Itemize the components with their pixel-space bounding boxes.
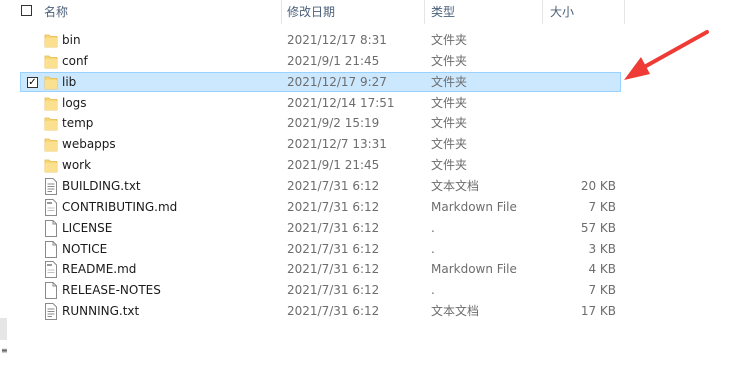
- markdown-file-icon: [44, 198, 58, 216]
- file-type: .: [431, 220, 435, 235]
- file-date: 2021/7/31 6:12: [287, 178, 380, 193]
- markdown-file-icon: [44, 261, 58, 279]
- folder-icon: [44, 157, 58, 174]
- folder-icon: [44, 32, 58, 49]
- file-row[interactable]: bin 2021/12/17 8:31 文件夹: [20, 30, 621, 50]
- folder-icon: [44, 74, 58, 91]
- blank-file-icon: [44, 282, 58, 300]
- file-name: temp: [62, 116, 94, 131]
- column-name-header[interactable]: 名称: [44, 0, 68, 24]
- file-type: 文件夹: [431, 74, 468, 89]
- file-type: 文本文档: [431, 178, 480, 193]
- file-name: work: [62, 158, 92, 173]
- file-row[interactable]: BUILDING.txt 2021/7/31 6:12 文本文档 20 KB: [20, 176, 621, 196]
- file-size: 7 KB: [588, 283, 616, 298]
- file-type: 文件夹: [431, 158, 468, 173]
- column-divider[interactable]: [281, 0, 282, 24]
- file-type: Markdown File: [431, 199, 517, 214]
- column-type-header[interactable]: 类型: [431, 0, 455, 24]
- column-divider[interactable]: [624, 0, 625, 24]
- file-row[interactable]: LICENSE 2021/7/31 6:12. 57 KB: [20, 218, 621, 238]
- file-size: 57 KB: [580, 220, 616, 235]
- file-date: 2021/9/2 15:19: [287, 116, 380, 131]
- column-size-header[interactable]: 大小: [550, 0, 574, 24]
- folder-icon: [44, 136, 58, 153]
- file-date: 2021/7/31 6:12: [287, 220, 380, 235]
- file-type: Markdown File: [431, 262, 517, 277]
- scroll-edge: ≡: [0, 318, 8, 368]
- file-size: 17 KB: [580, 304, 616, 319]
- file-row[interactable]: temp 2021/9/2 15:19 文件夹: [20, 113, 621, 133]
- row-checkbox[interactable]: ✓: [27, 76, 38, 88]
- file-row[interactable]: webapps 2021/12/7 13:31 文件夹: [20, 134, 621, 154]
- file-name: LICENSE: [62, 220, 113, 235]
- file-row[interactable]: conf 2021/9/1 21:45 文件夹: [20, 51, 621, 71]
- file-name: conf: [62, 53, 88, 68]
- file-row[interactable]: ✓ lib 2021/12/17 9:27 文件夹: [20, 71, 621, 92]
- file-name: RUNNING.txt: [62, 304, 140, 319]
- file-row[interactable]: CONTRIBUTING.md 2021/7/31 6:12 Markdown Fi…: [20, 197, 621, 217]
- file-size: 20 KB: [580, 178, 616, 193]
- file-type: 文本文档: [431, 304, 480, 319]
- file-date: 2021/12/7 13:31: [287, 137, 387, 152]
- file-type: .: [431, 283, 435, 298]
- folder-icon: [44, 95, 58, 112]
- file-name: README.md: [62, 262, 137, 277]
- edge-marker: ≡: [1, 346, 8, 355]
- blank-file-icon: [44, 240, 58, 258]
- file-name: logs: [62, 95, 87, 110]
- sort-chevron-icon: ⌃: [147, 0, 155, 7]
- file-row[interactable]: logs 2021/12/14 17:51 文件夹: [20, 93, 621, 113]
- file-date: 2021/9/1 21:45: [287, 158, 380, 173]
- file-size: 3 KB: [588, 241, 616, 256]
- file-type: 文件夹: [431, 33, 468, 47]
- red-arrow-icon: [624, 30, 709, 80]
- file-row[interactable]: RELEASE-NOTES 2021/7/31 6:12. 7 KB: [20, 280, 621, 300]
- file-date: 2021/7/31 6:12: [287, 283, 380, 298]
- file-type: 文件夹: [431, 95, 468, 110]
- file-date: 2021/12/17 8:31: [287, 33, 387, 47]
- file-name: BUILDING.txt: [62, 178, 141, 193]
- file-type: 文件夹: [431, 53, 468, 68]
- file-name: CONTRIBUTING.md: [62, 199, 178, 214]
- file-date: 2021/7/31 6:12: [287, 262, 380, 277]
- file-name: lib: [62, 74, 77, 89]
- blank-file-icon: [44, 219, 58, 237]
- file-name: webapps: [62, 137, 116, 152]
- file-date: 2021/7/31 6:12: [287, 241, 380, 256]
- column-divider[interactable]: [542, 0, 543, 24]
- folder-icon: [44, 115, 58, 132]
- file-row[interactable]: NOTICE 2021/7/31 6:12. 3 KB: [20, 239, 621, 259]
- file-type: 文件夹: [431, 137, 468, 152]
- file-row[interactable]: work 2021/9/1 21:45 文件夹: [20, 155, 621, 175]
- file-name: RELEASE-NOTES: [62, 283, 161, 298]
- select-all-checkbox[interactable]: [21, 5, 32, 16]
- file-date: 2021/7/31 6:12: [287, 304, 380, 319]
- column-modified-header[interactable]: 修改日期: [287, 0, 335, 24]
- column-header: 名称 ⌃ 修改日期 类型 大小: [0, 0, 736, 24]
- file-type: 文件夹: [431, 116, 468, 131]
- scrollbar-fragment[interactable]: [0, 318, 7, 340]
- file-date: 2021/7/31 6:12: [287, 199, 380, 214]
- file-date: 2021/12/14 17:51: [287, 95, 395, 110]
- text-file-icon: [44, 177, 58, 195]
- file-name: NOTICE: [62, 241, 108, 256]
- file-size: 7 KB: [588, 199, 616, 214]
- file-type: .: [431, 241, 435, 256]
- column-divider[interactable]: [424, 0, 425, 24]
- file-date: 2021/9/1 21:45: [287, 53, 380, 68]
- file-date: 2021/12/17 9:27: [287, 74, 387, 89]
- file-size: 4 KB: [588, 262, 616, 277]
- file-row[interactable]: RUNNING.txt 2021/7/31 6:12 文本文档 17 KB: [20, 301, 621, 321]
- file-name: bin: [62, 33, 81, 47]
- text-file-icon: [44, 303, 58, 321]
- file-row[interactable]: README.md 2021/7/31 6:12 Markdown File 4 KB: [20, 259, 621, 279]
- folder-icon: [44, 53, 58, 70]
